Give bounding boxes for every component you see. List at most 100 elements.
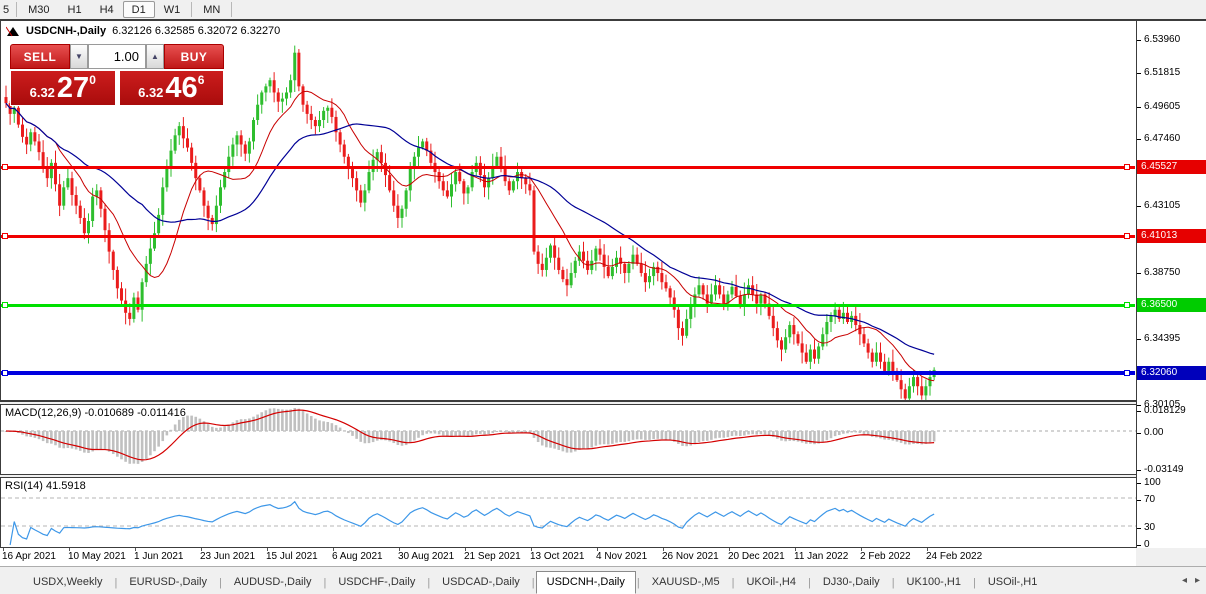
price-tick-mark: [1137, 139, 1141, 140]
macd-histogram-bar: [640, 431, 643, 439]
level-handle[interactable]: [1124, 164, 1130, 170]
timeframe-button-h4[interactable]: H4: [91, 1, 123, 18]
volume-increase-button[interactable]: ▲: [146, 44, 164, 69]
timeframe-button-m30[interactable]: M30: [19, 1, 58, 18]
macd-histogram-bar: [578, 431, 581, 450]
macd-histogram-bar: [67, 431, 70, 448]
macd-histogram-bar: [71, 431, 74, 449]
level-handle[interactable]: [2, 233, 8, 239]
sell-price-panel[interactable]: 6.32 27 0: [10, 70, 116, 106]
candle-body: [83, 218, 86, 233]
macd-histogram-bar: [504, 431, 507, 432]
macd-histogram-bar: [454, 431, 457, 436]
level-line-6.45527[interactable]: [1, 166, 1135, 169]
volume-input[interactable]: [88, 44, 146, 69]
timeframe-button-w1[interactable]: W1: [155, 1, 190, 18]
chart-tab-eurusd-daily[interactable]: EURUSD-,Daily: [118, 571, 218, 594]
macd-histogram-bar: [722, 431, 725, 438]
candle-body: [929, 377, 932, 386]
candle-body: [25, 137, 28, 145]
timeframe-button-h1[interactable]: H1: [59, 1, 91, 18]
macd-histogram-bar: [248, 418, 251, 431]
candle-body: [495, 157, 498, 166]
level-line-6.32060[interactable]: [1, 371, 1135, 375]
macd-histogram-bar: [95, 431, 98, 450]
macd-histogram-bar: [347, 431, 350, 433]
tab-scroll-arrows: ◂ ▸: [1182, 575, 1200, 586]
level-handle[interactable]: [2, 370, 8, 376]
macd-histogram-bar: [211, 427, 214, 431]
chart-tab-xauusd-m5[interactable]: XAUUSD-,M5: [641, 571, 731, 594]
candle-body: [722, 294, 725, 303]
level-handle[interactable]: [1124, 302, 1130, 308]
candle-body: [310, 114, 313, 120]
candle-body: [149, 249, 152, 264]
macd-histogram-bar: [487, 431, 490, 434]
macd-histogram-bar: [623, 431, 626, 442]
candle-body: [611, 267, 614, 276]
timeframe-button-mn[interactable]: MN: [194, 1, 229, 18]
candle-body: [368, 172, 371, 190]
macd-histogram-bar: [170, 430, 173, 431]
chart-tab-usdcnh-daily[interactable]: USDCNH-,Daily: [536, 571, 636, 594]
buy-price-panel[interactable]: 6.32 46 6: [119, 70, 225, 106]
rsi-pane[interactable]: [0, 477, 1136, 548]
tab-scroll-right-icon[interactable]: ▸: [1195, 575, 1200, 586]
macd-histogram-bar: [289, 409, 292, 431]
buy-button[interactable]: BUY: [164, 44, 224, 69]
macd-histogram-bar: [644, 431, 647, 440]
macd-histogram-bar: [595, 431, 598, 446]
level-line-6.41013[interactable]: [1, 235, 1135, 238]
candle-body: [458, 172, 461, 181]
price-tick-label: 6.53960: [1144, 34, 1180, 45]
macd-histogram-bar: [652, 431, 655, 439]
volume-decrease-button[interactable]: ▼: [70, 44, 88, 69]
macd-histogram-bar: [892, 431, 895, 441]
macd-histogram-bar: [491, 431, 494, 433]
candle-body: [656, 267, 659, 273]
timeframe-button-5[interactable]: 5: [0, 1, 14, 18]
macd-histogram-bar: [582, 431, 585, 449]
level-handle[interactable]: [2, 164, 8, 170]
time-tick-label: 24 Feb 2022: [926, 551, 982, 562]
rsi-tick-mark: [1137, 500, 1141, 501]
level-handle[interactable]: [2, 302, 8, 308]
time-tick-label: 26 Nov 2021: [662, 551, 719, 562]
level-handle[interactable]: [1124, 370, 1130, 376]
candle-body: [343, 144, 346, 156]
candle-body: [322, 111, 325, 120]
chart-tab-usdcad-daily[interactable]: USDCAD-,Daily: [431, 571, 531, 594]
macd-histogram-bar: [364, 431, 367, 443]
macd-histogram-bar: [698, 431, 701, 442]
candle-body: [801, 343, 804, 352]
chart-tab-usdchf-daily[interactable]: USDCHF-,Daily: [327, 571, 426, 594]
candle-body: [681, 328, 684, 336]
candle-body: [203, 190, 206, 205]
macd-histogram-bar: [232, 422, 235, 431]
level-handle[interactable]: [1124, 233, 1130, 239]
level-line-6.36500[interactable]: [1, 304, 1135, 307]
one-click-trade-widget: SELL ▼ ▲ BUY 6.32 27 0 6.32 46 6: [10, 44, 224, 106]
macd-tick-label: 0.00: [1144, 427, 1163, 438]
timeframe-button-d1[interactable]: D1: [123, 1, 155, 18]
candle-body: [157, 215, 160, 233]
sell-button[interactable]: SELL: [10, 44, 70, 69]
time-tick-label: 2 Feb 2022: [860, 551, 911, 562]
candle-body: [95, 190, 98, 196]
candle-body: [504, 167, 507, 181]
chart-tab-usdx-weekly[interactable]: USDX,Weekly: [22, 571, 113, 594]
candle-body: [904, 389, 907, 398]
chart-tab-uk100-h1[interactable]: UK100-,H1: [896, 571, 972, 594]
chart-tab-usoil-h1[interactable]: USOil-,H1: [977, 571, 1049, 594]
candle-body: [784, 337, 787, 349]
macd-histogram-bar: [314, 419, 317, 431]
candle-body: [46, 167, 49, 178]
chart-tab-ukoil-h4[interactable]: UKOil-,H4: [735, 571, 807, 594]
macd-histogram-bar: [326, 422, 329, 431]
chart-tab-dj30-daily[interactable]: DJ30-,Daily: [812, 571, 891, 594]
macd-histogram-bar: [161, 431, 164, 441]
chart-tab-audusd-daily[interactable]: AUDUSD-,Daily: [223, 571, 323, 594]
price-tick-mark: [1137, 107, 1141, 108]
macd-histogram-bar: [570, 431, 573, 453]
tab-scroll-left-icon[interactable]: ◂: [1182, 575, 1187, 586]
